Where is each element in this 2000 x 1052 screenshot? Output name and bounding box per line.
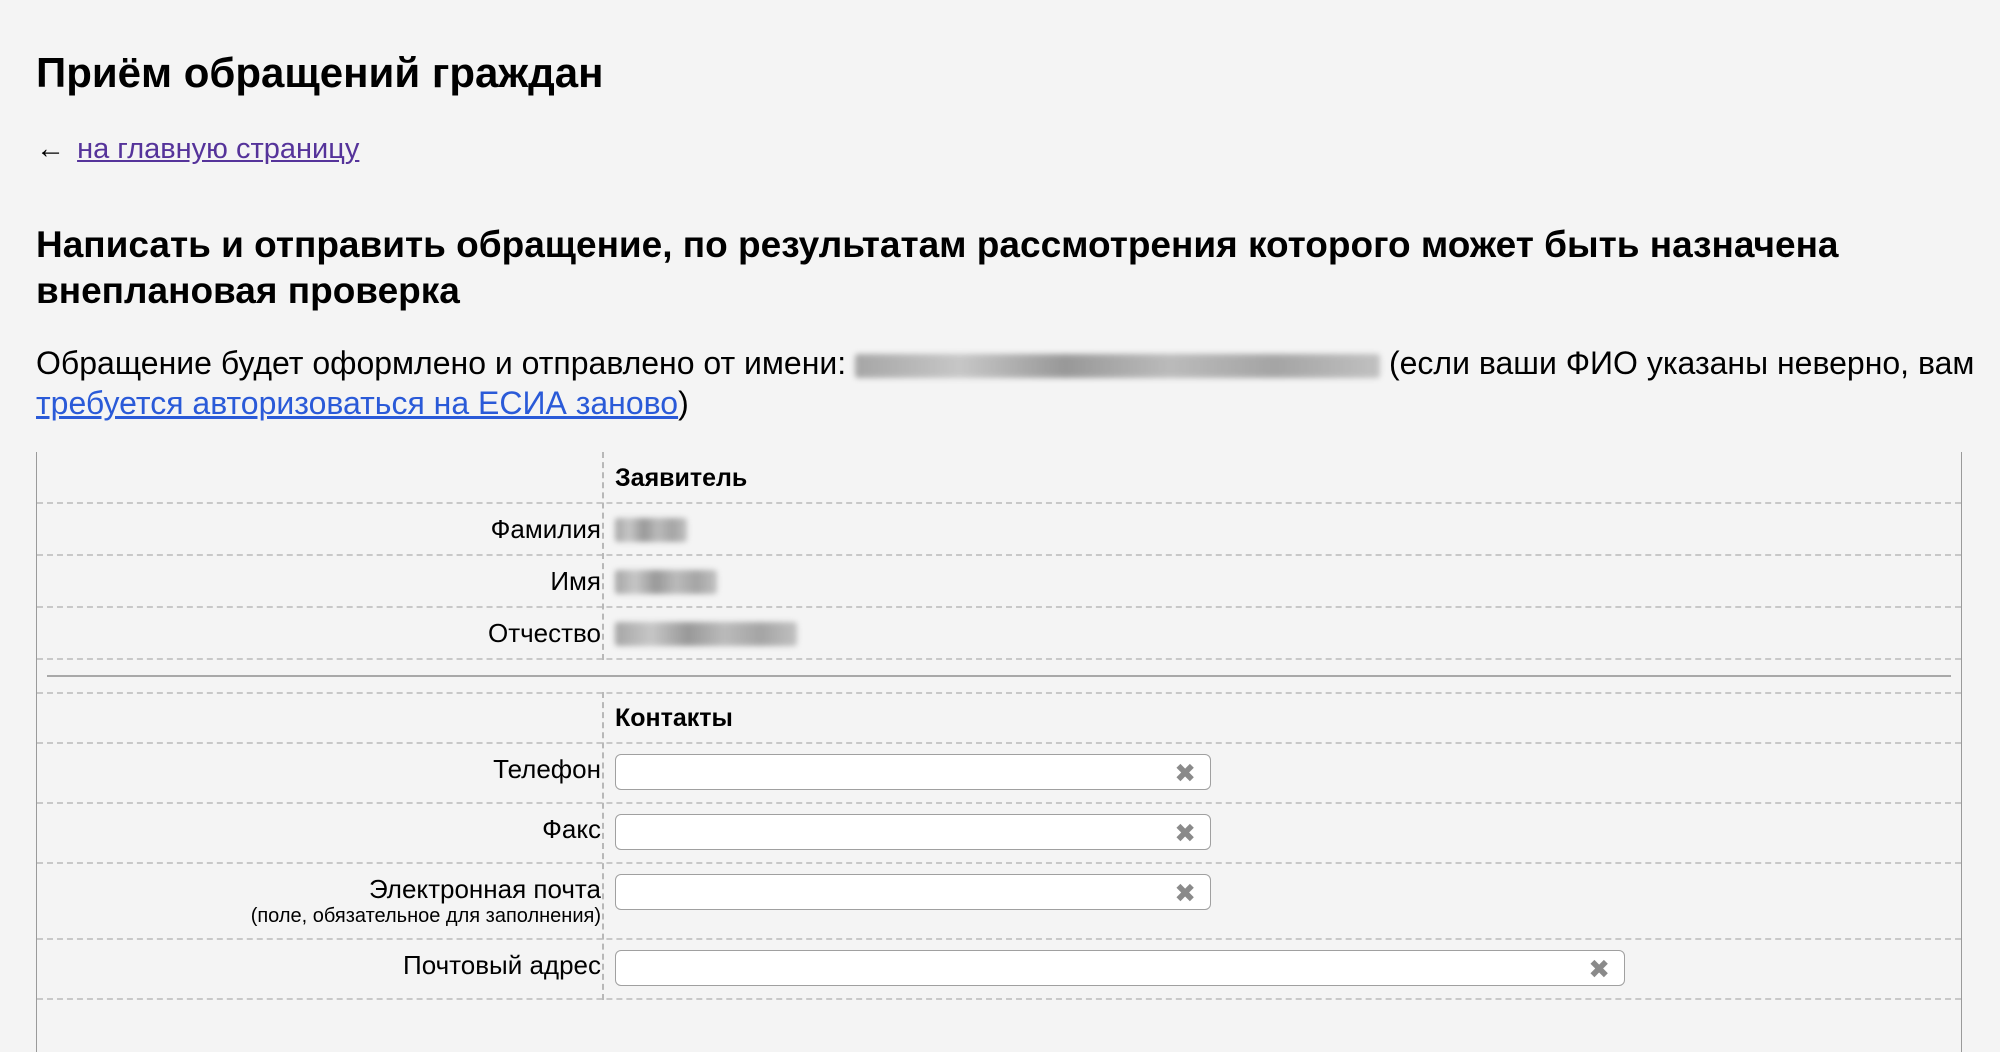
sender-prefix: Обращение будет оформлено и отправлено о… [36,345,856,381]
arrow-left-icon: ← [36,133,65,165]
applicant-section-title: Заявитель [615,464,748,492]
firstname-value [615,570,717,594]
row-divider [37,606,1961,608]
sender-middle: (если ваши ФИО указаны неверно, вам [1380,345,1975,381]
column-divider [602,452,604,660]
redacted-firstname [615,570,717,594]
clear-icon[interactable]: ✖ [1174,817,1196,849]
column-divider [602,692,604,1000]
home-link[interactable]: на главную страницу [77,133,359,165]
row-divider [37,658,1961,660]
row-divider [37,802,1961,804]
email-label-group: Электронная почта (поле, обязательное дл… [251,874,601,928]
redacted-patronymic [615,622,797,646]
contacts-section-title: Контакты [615,704,733,732]
back-nav: ← на главную страницу [36,131,359,167]
clear-icon[interactable]: ✖ [1174,757,1196,789]
firstname-label: Имя [550,566,601,596]
phone-label: Телефон [493,754,601,784]
sender-info: Обращение будет оформлено и отправлено о… [36,343,1976,423]
patronymic-label: Отчество [487,618,601,648]
fax-input[interactable]: ✖ [615,814,1211,850]
email-label: Электронная почта [368,874,601,904]
row-divider [37,692,1961,694]
row-divider [37,742,1961,744]
row-divider [37,862,1961,864]
address-label: Почтовый адрес [403,950,601,980]
lastname-value [615,518,687,542]
email-input[interactable]: ✖ [615,874,1211,910]
lastname-label: Фамилия [490,514,601,544]
fax-label: Факс [542,814,601,844]
patronymic-value [615,622,797,646]
row-divider [37,554,1961,556]
email-required-note: (поле, обязательное для заполнения) [250,905,601,927]
row-divider [37,938,1961,940]
address-input[interactable]: ✖ [615,950,1625,986]
page: Приём обращений граждан ← на главную стр… [0,0,2000,1052]
sender-suffix: ) [678,385,689,421]
clear-icon[interactable]: ✖ [1174,877,1196,909]
redacted-lastname [615,518,687,542]
form-heading: Написать и отправить обращение, по резул… [36,224,1839,311]
redacted-fullname [855,353,1381,378]
section-separator [47,675,1951,677]
page-title: Приём обращений граждан [36,49,604,96]
phone-input[interactable]: ✖ [615,754,1211,790]
row-divider [37,502,1961,504]
appeal-form: Заявитель Фамилия Имя Отчество Контакты … [36,452,1962,1052]
esia-reauth-link[interactable]: требуется авторизоваться на ЕСИА заново [36,385,678,421]
row-divider [37,998,1961,1000]
clear-icon[interactable]: ✖ [1588,953,1610,985]
